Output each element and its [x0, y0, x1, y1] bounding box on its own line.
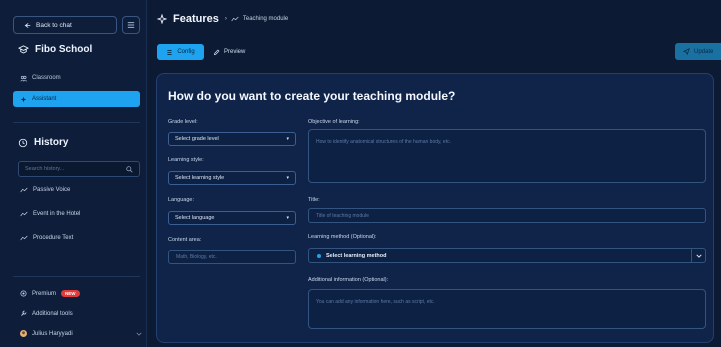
assistant-icon	[20, 96, 27, 103]
sidebar-item-label: Assistant	[32, 96, 57, 102]
teaching-module-form: How do you want to create your teaching …	[156, 73, 714, 343]
search-icon	[126, 165, 133, 173]
trend-icon	[20, 187, 28, 193]
history-item-label: Passive Voice	[33, 187, 71, 193]
sparkle-icon	[157, 14, 167, 24]
history-search-placeholder: Search history...	[25, 166, 65, 172]
title-label: Title:	[308, 197, 320, 203]
history-clock-icon	[18, 138, 28, 148]
update-button[interactable]: Update	[675, 43, 721, 60]
history-search-input[interactable]: Search history...	[18, 161, 140, 177]
language-label: Language:	[168, 197, 194, 203]
user-menu[interactable]: Julius Haryyadi	[20, 330, 142, 337]
history-item[interactable]: Passive Voice	[20, 187, 70, 193]
language-value: Select language	[175, 215, 215, 221]
trend-icon	[20, 235, 28, 241]
form-title: How do you want to create your teaching …	[168, 89, 456, 103]
grade-level-label: Grade level:	[168, 119, 198, 125]
history-item-label: Event in the Hotel	[33, 211, 81, 217]
pencil-icon	[213, 49, 220, 56]
premium-label: Premium	[32, 290, 57, 297]
language-select[interactable]: Select language ▾	[168, 211, 296, 225]
trend-icon	[20, 211, 28, 217]
main-area: Features › Teaching module Config Previe…	[147, 0, 721, 347]
learning-method-label: Learning method (Optional):	[308, 234, 377, 240]
school-name: Fibo School	[35, 44, 93, 55]
avatar	[20, 330, 27, 337]
learning-method-select[interactable]: Select learning method	[308, 248, 706, 263]
update-label: Update	[694, 48, 714, 55]
history-item[interactable]: Event in the Hotel	[20, 211, 80, 217]
send-icon	[683, 48, 690, 55]
history-label: History	[34, 137, 69, 148]
title-placeholder: Title of teaching module	[316, 212, 369, 219]
content-area-label: Content area:	[168, 237, 202, 243]
back-to-chat-button[interactable]: Back to chat	[13, 16, 117, 34]
history-title: History	[18, 137, 68, 148]
objective-label: Objective of learning:	[308, 119, 360, 125]
learning-style-label: Learning style:	[168, 157, 204, 163]
classroom-icon	[20, 75, 27, 82]
sidebar-divider	[13, 276, 140, 277]
breadcrumb: › Teaching module	[225, 16, 288, 22]
menu-icon	[127, 21, 135, 29]
grade-level-select[interactable]: Select grade level ▾	[168, 132, 296, 146]
user-info: Julius Haryyadi	[20, 330, 73, 337]
trend-icon	[231, 16, 239, 22]
additional-info-label: Additional information (Optional):	[308, 277, 389, 283]
learning-style-value: Select learning style	[175, 175, 225, 181]
tab-config-label: Config	[177, 49, 195, 55]
caret-down-icon: ▾	[286, 175, 289, 181]
learning-style-select[interactable]: Select learning style ▾	[168, 171, 296, 185]
page-title: Features	[173, 13, 219, 25]
history-item-label: Procedure Text	[33, 235, 74, 241]
additional-info-textarea[interactable]: You can add any information here, such a…	[308, 289, 706, 329]
user-name: Julius Haryyadi	[32, 330, 73, 337]
grade-level-value: Select grade level	[175, 136, 219, 142]
chevron-down-icon	[136, 332, 142, 336]
config-icon	[166, 49, 173, 56]
objective-textarea[interactable]: How to identify anatomical structures of…	[308, 129, 706, 183]
additional-info-placeholder: You can add any information here, such a…	[316, 299, 435, 305]
premium-icon	[20, 290, 27, 297]
history-item[interactable]: Procedure Text	[20, 235, 73, 241]
chevron-down-icon[interactable]	[691, 249, 705, 262]
sidebar-item-classroom[interactable]: Classroom	[13, 70, 140, 86]
app-root: Back to chat Fibo School Classroom Assis…	[0, 0, 721, 347]
title-input[interactable]: Title of teaching module	[308, 208, 706, 223]
additional-tools-link[interactable]: Additional tools	[20, 310, 73, 317]
back-to-chat-label: Back to chat	[36, 21, 72, 29]
caret-down-icon: ▾	[286, 215, 289, 221]
content-area-placeholder: Math, Biology, etc.	[176, 254, 217, 260]
additional-tools-label: Additional tools	[32, 310, 73, 317]
tab-preview-label: Preview	[224, 49, 246, 55]
graduation-cap-icon	[18, 44, 29, 55]
objective-placeholder: How to identify anatomical structures of…	[316, 139, 451, 145]
selected-dot-icon	[317, 253, 321, 258]
sidebar: Back to chat Fibo School Classroom Assis…	[0, 0, 147, 347]
premium-link[interactable]: Premium NEW	[20, 290, 80, 297]
sidebar-item-label: Classroom	[32, 75, 61, 81]
new-badge: NEW	[61, 290, 80, 297]
tab-preview[interactable]: Preview	[213, 44, 245, 60]
sidebar-item-assistant[interactable]: Assistant	[13, 91, 140, 107]
caret-down-icon: ▾	[286, 136, 289, 142]
breadcrumb-separator-icon: ›	[224, 16, 227, 22]
breadcrumb-current[interactable]: Teaching module	[243, 16, 288, 22]
back-arrow-icon	[24, 22, 31, 29]
sidebar-toggle-button[interactable]	[122, 16, 140, 34]
tab-config[interactable]: Config	[157, 44, 204, 60]
tools-icon	[20, 310, 27, 317]
content-area-input[interactable]: Math, Biology, etc.	[168, 250, 296, 264]
learning-method-value: Select learning method	[326, 252, 387, 259]
school-title: Fibo School	[18, 44, 92, 55]
page-header: Features › Teaching module	[157, 13, 288, 25]
sidebar-divider	[13, 122, 140, 123]
